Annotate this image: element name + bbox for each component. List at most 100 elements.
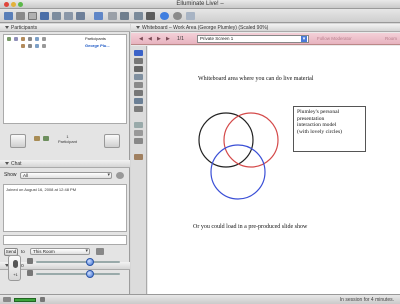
screen-icon[interactable] (64, 12, 73, 20)
note-line: (with lovely circles) (297, 128, 343, 135)
whiteboard-navigation: ◀ ◀ ▶ ▶ 1/1 Private Screen 1 Follow Mode… (131, 33, 400, 45)
slides-icon[interactable] (134, 12, 143, 20)
black-circle[interactable] (198, 112, 254, 168)
whiteboard-header-label: Whiteboard – Work Area (George Plumley) … (142, 25, 269, 31)
microphone-volume-knob[interactable] (86, 258, 94, 266)
whiteboard-icon[interactable] (52, 12, 61, 20)
screen-select[interactable]: Private Screen 1 (197, 35, 309, 43)
save-icon[interactable] (4, 12, 13, 20)
whiteboard-header[interactable]: Whiteboard – Work Area (George Plumley) … (131, 24, 400, 32)
venn-circles (198, 112, 279, 200)
note-line: interaction model (297, 122, 337, 129)
globe-icon[interactable] (160, 12, 169, 20)
collapse-triangle-icon (5, 162, 9, 166)
room-label: Room (385, 36, 398, 41)
pencil-icon (28, 44, 32, 48)
gear-icon[interactable] (173, 12, 182, 20)
participant-row[interactable]: George Plu... (4, 43, 126, 49)
send-to-label: to (21, 249, 25, 254)
whiteboard-bottom-text: Or you could load in a pre-produced slid… (193, 224, 308, 230)
chat-header[interactable]: Chat (0, 160, 130, 168)
last-page-icon[interactable]: ▶ (166, 36, 170, 42)
talk-button[interactable]: +1 (8, 255, 21, 281)
window-title: Elluminate Live! – (176, 1, 224, 7)
main-toolbar (0, 9, 400, 23)
list-icon[interactable] (16, 12, 25, 20)
chat-options-icon[interactable] (116, 172, 124, 179)
pointer-tool-icon[interactable] (134, 106, 143, 112)
table-icon[interactable] (120, 12, 129, 20)
lock-icon (40, 297, 45, 302)
share-icon (35, 37, 39, 41)
poll-icon[interactable] (43, 136, 49, 141)
participants-list: Participants George Plu... (3, 34, 127, 124)
app-share-icon[interactable] (94, 12, 103, 20)
speaker-volume-knob[interactable] (86, 270, 94, 278)
note-text-box[interactable]: Plumley's personal presentation interact… (293, 106, 366, 152)
blue-circle[interactable] (210, 144, 266, 200)
video-icon (42, 44, 46, 48)
screen-select-value: Private Screen 1 (200, 36, 234, 41)
collapse-triangle-icon (5, 26, 9, 30)
step-away-button[interactable] (104, 134, 120, 148)
recipient-value: This Room (33, 249, 55, 254)
pencil-tool-icon[interactable] (134, 58, 143, 64)
participants-footer: 1 Participant (0, 126, 130, 156)
session-status: In session for 4 minutes. (339, 297, 394, 303)
grid-icon[interactable] (40, 12, 49, 20)
recipient-select[interactable]: This Room (30, 248, 90, 255)
camera-icon[interactable] (146, 12, 155, 20)
participant-count: 1 Participant (58, 134, 77, 144)
connection-icon (3, 297, 11, 302)
theme-icon[interactable] (186, 12, 195, 20)
red-circle[interactable] (223, 112, 279, 168)
emoticon-icon[interactable] (34, 136, 40, 141)
monitor-icon[interactable] (108, 12, 117, 20)
chat-input[interactable] (3, 235, 127, 245)
private-chat-icon[interactable] (96, 248, 104, 255)
share-icon (35, 44, 39, 48)
note-line: Plumley's personal (297, 109, 340, 115)
shape-tool-icon[interactable] (134, 74, 143, 80)
color-tool-icon[interactable] (134, 154, 143, 160)
chat-header-label: Chat (11, 161, 22, 167)
chat-filter-select[interactable]: All (20, 172, 112, 179)
participant-name: George Plu... (85, 43, 110, 48)
chat-log: Joined on August 16, 2008 at 12:48 PM (3, 184, 127, 232)
layout-icon[interactable] (28, 12, 37, 20)
microphone-level-icon (27, 258, 33, 264)
microphone-volume-slider[interactable] (36, 258, 120, 266)
text-tool-icon[interactable] (134, 66, 143, 72)
eraser-tool-icon[interactable] (134, 98, 143, 104)
whiteboard-canvas[interactable]: Whiteboard area where you can do live ma… (148, 46, 400, 294)
status-icon (14, 37, 18, 41)
participants-header[interactable]: Participants (0, 24, 130, 32)
whiteboard-toolbar (131, 46, 147, 294)
web-icon[interactable] (76, 12, 85, 20)
chat-show-label: Show (4, 172, 17, 178)
next-page-icon[interactable]: ▶ (157, 36, 161, 42)
mic-icon (21, 44, 25, 48)
clipart-tool-icon[interactable] (134, 122, 143, 128)
group-tool-icon[interactable] (134, 138, 143, 144)
highlighter-tool-icon[interactable] (134, 90, 143, 96)
participant-row[interactable]: Participants (4, 36, 126, 42)
speaker-icon (27, 270, 33, 276)
left-panel: Participants Participants George Plu... (0, 24, 130, 294)
video-icon (42, 37, 46, 41)
follow-moderator-toggle[interactable]: Follow Moderator (317, 36, 352, 41)
raise-hand-button[interactable] (10, 134, 26, 148)
participant-name: Participants (85, 36, 106, 41)
first-page-icon[interactable]: ◀ (139, 36, 143, 42)
status-bar: In session for 4 minutes. (0, 294, 400, 304)
participant-count-label: Participant (58, 139, 77, 144)
connection-meter (14, 298, 36, 302)
line-tool-icon[interactable] (134, 82, 143, 88)
note-line: presentation (297, 115, 325, 122)
speaker-volume-slider[interactable] (36, 270, 120, 278)
person-icon (7, 37, 11, 41)
screen-capture-tool-icon[interactable] (134, 130, 143, 136)
page-number: 1/1 (177, 36, 184, 42)
select-tool-icon[interactable] (134, 50, 143, 56)
previous-page-icon[interactable]: ◀ (148, 36, 152, 42)
